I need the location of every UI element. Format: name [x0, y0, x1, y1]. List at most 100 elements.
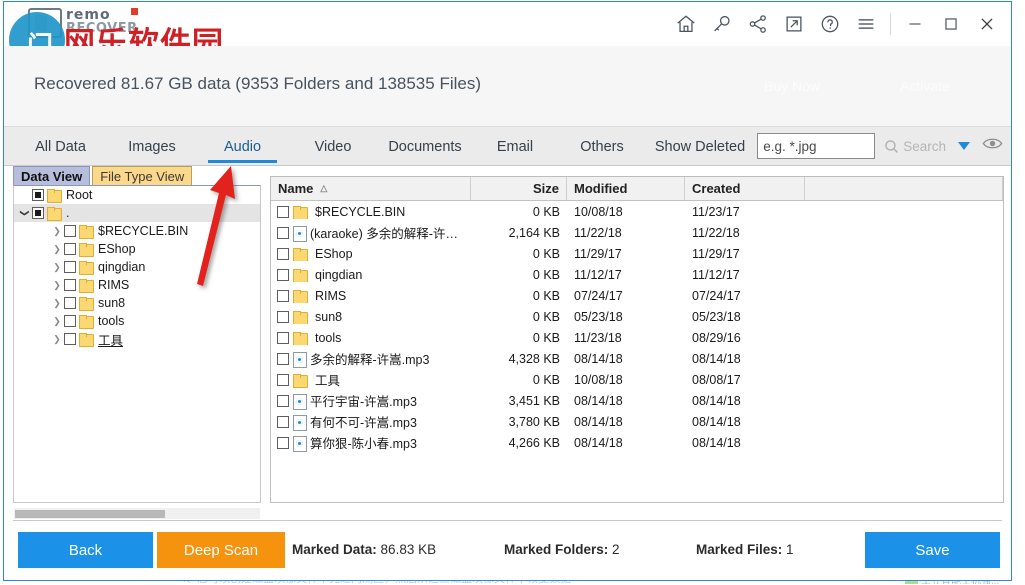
column-header-modified[interactable]: Modified — [567, 177, 685, 200]
table-row[interactable]: $RECYCLE.BIN0 KB10/08/1811/23/17 — [271, 201, 1003, 222]
tab-show-deleted[interactable]: Show Deleted — [644, 127, 756, 166]
file-name-label: (karaoke) 多余的解释-许嵩... — [310, 223, 464, 242]
tree-scrollbar-thumb[interactable] — [15, 510, 165, 518]
chevron-right-icon[interactable]: ❯ — [50, 224, 64, 238]
tree-expander-spacer — [18, 188, 32, 202]
tree-item--recycle-bin[interactable]: ❯$RECYCLE.BIN — [14, 222, 260, 240]
tree-checkbox[interactable] — [64, 297, 76, 309]
row-checkbox[interactable] — [277, 311, 289, 323]
tree-checkbox[interactable] — [64, 243, 76, 255]
maximize-button[interactable] — [933, 2, 969, 46]
row-checkbox[interactable] — [277, 227, 289, 239]
key-icon[interactable] — [704, 2, 740, 46]
table-row[interactable]: EShop0 KB11/29/1711/29/17 — [271, 243, 1003, 264]
share-icon[interactable] — [740, 2, 776, 46]
table-row[interactable]: sun80 KB05/23/1805/23/18 — [271, 306, 1003, 327]
row-checkbox[interactable] — [277, 332, 289, 344]
tree-checkbox[interactable] — [64, 225, 76, 237]
help-icon[interactable] — [812, 2, 848, 46]
chevron-right-icon[interactable]: ❯ — [50, 314, 64, 328]
close-button[interactable] — [969, 2, 1005, 46]
tab-images[interactable]: Images — [112, 127, 192, 166]
tree-checkbox[interactable] — [64, 333, 76, 345]
tree-item-eshop[interactable]: ❯EShop — [14, 240, 260, 258]
table-row[interactable]: 多余的解释-许嵩.mp34,328 KB08/14/1808/14/18 — [271, 348, 1003, 369]
chevron-right-icon[interactable]: ❯ — [50, 260, 64, 274]
tree-item-工具[interactable]: ❯工具 — [14, 330, 260, 348]
row-checkbox[interactable] — [277, 248, 289, 260]
row-checkbox[interactable] — [277, 374, 289, 386]
column-header-name[interactable]: Name△ — [271, 177, 471, 200]
row-checkbox[interactable] — [277, 353, 289, 365]
minimize-button[interactable] — [897, 2, 933, 46]
chevron-right-icon[interactable]: ❯ — [50, 296, 64, 310]
column-header-created[interactable]: Created — [685, 177, 805, 200]
tree-checkbox[interactable] — [32, 207, 44, 219]
table-row[interactable]: qingdian0 KB11/12/1711/12/17 — [271, 264, 1003, 285]
column-header-size[interactable]: Size — [471, 177, 567, 200]
row-checkbox[interactable] — [277, 206, 289, 218]
table-row[interactable]: 平行宇宙-许嵩.mp33,451 KB08/14/1808/14/18 — [271, 390, 1003, 411]
file-size-label: 0 KB — [533, 268, 560, 282]
search-button[interactable]: Search — [883, 138, 946, 155]
row-checkbox[interactable] — [277, 395, 289, 407]
tree-item-rims[interactable]: ❯RIMS — [14, 276, 260, 294]
tab-all-data[interactable]: All Data — [18, 127, 103, 166]
folder-icon — [79, 261, 93, 273]
table-row[interactable]: 算你狠-陈小春.mp34,266 KB08/14/1808/14/18 — [271, 432, 1003, 453]
folder-icon — [79, 279, 93, 291]
folder-icon — [293, 374, 307, 386]
activate-button[interactable]: Activate — [900, 78, 950, 94]
tree-item-dot[interactable]: ❯. — [14, 204, 260, 222]
tree-checkbox[interactable] — [64, 279, 76, 291]
table-row[interactable]: RIMS0 KB07/24/1707/24/17 — [271, 285, 1003, 306]
tree-item-label: qingdian — [97, 260, 145, 274]
file-name-label: 多余的解释-许嵩.mp3 — [310, 349, 429, 368]
tab-documents[interactable]: Documents — [375, 127, 475, 166]
search-input[interactable] — [757, 133, 875, 159]
external-link-icon[interactable] — [776, 2, 812, 46]
deep-scan-button[interactable]: Deep Scan — [157, 532, 285, 568]
buy-now-button[interactable]: Buy Now — [764, 78, 820, 94]
chevron-right-icon[interactable]: ❯ — [50, 242, 64, 256]
marked-folders-status: Marked Folders: 2 — [504, 542, 620, 557]
folder-tree-panel[interactable]: Root❯.❯$RECYCLE.BIN❯EShop❯qingdian❯RIMS❯… — [13, 185, 261, 503]
tab-video[interactable]: Video — [296, 127, 370, 166]
tree-item-tools[interactable]: ❯tools — [14, 312, 260, 330]
tree-item-root[interactable]: Root — [14, 186, 260, 204]
eye-icon[interactable] — [982, 136, 1003, 156]
home-icon[interactable] — [668, 2, 704, 46]
tab-file-type-view[interactable]: File Type View — [92, 166, 192, 186]
row-checkbox[interactable] — [277, 416, 289, 428]
table-row[interactable]: (karaoke) 多余的解释-许嵩...2,164 KB11/22/1811/… — [271, 222, 1003, 243]
chevron-right-icon[interactable]: ❯ — [50, 332, 64, 346]
search-button-label: Search — [903, 139, 946, 154]
tab-audio[interactable]: Audio — [200, 127, 285, 166]
row-checkbox[interactable] — [277, 269, 289, 281]
menu-icon[interactable] — [848, 2, 884, 46]
tree-item-label: sun8 — [97, 296, 125, 310]
chevron-right-icon[interactable]: ❯ — [50, 278, 64, 292]
tree-checkbox[interactable] — [64, 261, 76, 273]
file-modified-label: 08/14/18 — [574, 352, 623, 366]
column-header-extra[interactable] — [805, 177, 1003, 200]
tab-email[interactable]: Email — [482, 127, 548, 166]
search-area: Search — [757, 133, 1003, 159]
chevron-down-icon[interactable]: ❯ — [18, 206, 32, 220]
file-name-label: 算你狠-陈小春.mp3 — [310, 433, 417, 452]
row-checkbox[interactable] — [277, 290, 289, 302]
chevron-down-icon[interactable] — [958, 142, 970, 150]
table-row[interactable]: 工具0 KB10/08/1808/08/17 — [271, 369, 1003, 390]
save-button[interactable]: Save — [865, 532, 1000, 568]
tree-horizontal-scrollbar[interactable] — [14, 508, 260, 519]
table-row[interactable]: tools0 KB11/23/1808/29/16 — [271, 327, 1003, 348]
back-button[interactable]: Back — [18, 532, 153, 568]
tree-item-qingdian[interactable]: ❯ qingdian — [14, 258, 260, 276]
tree-checkbox[interactable] — [64, 315, 76, 327]
table-row[interactable]: 有何不可-许嵩.mp33,780 KB08/14/1808/14/18 — [271, 411, 1003, 432]
tab-data-view[interactable]: Data View — [13, 166, 90, 186]
tab-others[interactable]: Others — [565, 127, 639, 166]
tree-item-sun8[interactable]: ❯ sun8 — [14, 294, 260, 312]
row-checkbox[interactable] — [277, 437, 289, 449]
tree-checkbox[interactable] — [32, 189, 44, 201]
